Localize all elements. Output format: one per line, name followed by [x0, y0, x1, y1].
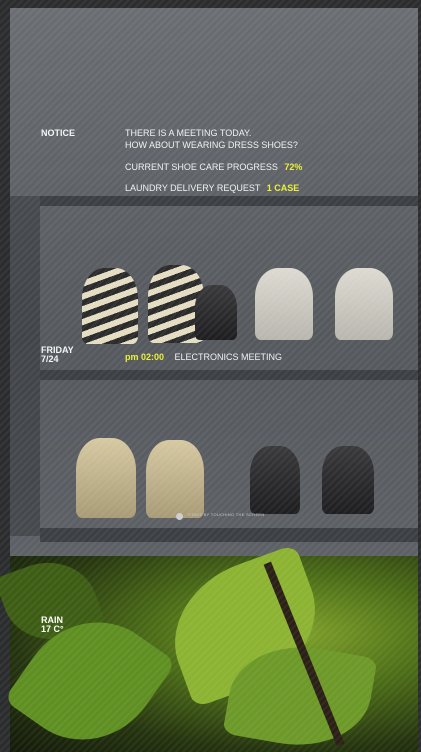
sandal-shoe [82, 268, 138, 344]
laundry-request-row[interactable]: LAUNDRY DELIVERY REQUEST 1 CASE [125, 183, 299, 193]
upper-shelf [40, 196, 418, 206]
smart-mirror-screen[interactable]: NOTICE THERE IS A MEETING TODAY. HOW ABO… [0, 0, 421, 752]
laundry-request-label: LAUNDRY DELIVERY REQUEST [125, 183, 261, 193]
white-heel [335, 268, 393, 340]
cabinet-side [10, 196, 40, 536]
beige-heel [76, 438, 136, 518]
touch-icon[interactable] [176, 513, 183, 520]
weather-temperature: 17 C° [41, 624, 64, 634]
shoe-care-progress-row[interactable]: CURRENT SHOE CARE PROGRESS 72% [125, 162, 302, 172]
white-heel [255, 268, 313, 340]
beige-heel [146, 440, 204, 518]
notice-message-line2: HOW ABOUT WEARING DRESS SHOES? [125, 140, 298, 150]
dress-shoe [250, 446, 300, 514]
lower-shelf [40, 528, 418, 542]
schedule-time: pm 02:00 [125, 352, 165, 362]
schedule-date-value: 7/24 [41, 354, 59, 364]
middle-shelf [40, 370, 418, 380]
notice-message-line1: THERE IS A MEETING TODAY. [125, 128, 252, 138]
schedule-date: FRIDAY 7/24 [41, 346, 74, 364]
schedule-event-row[interactable]: pm 02:00 ELECTRONICS MEETING [125, 352, 282, 362]
weather-widget: RAIN 17 C° [41, 616, 64, 634]
shoe-care-progress-value: 72% [284, 162, 303, 172]
notice-label: NOTICE [41, 128, 76, 138]
plant-photo [0, 543, 418, 752]
dark-shoe [195, 285, 237, 340]
schedule-event: ELECTRONICS MEETING [174, 352, 283, 362]
dress-shoe [322, 446, 374, 514]
shoe-care-progress-label: CURRENT SHOE CARE PROGRESS [125, 162, 278, 172]
touch-hint[interactable]: START BY TOUCHING THE SCREEN [188, 512, 265, 517]
laundry-request-value: 1 CASE [266, 183, 300, 193]
